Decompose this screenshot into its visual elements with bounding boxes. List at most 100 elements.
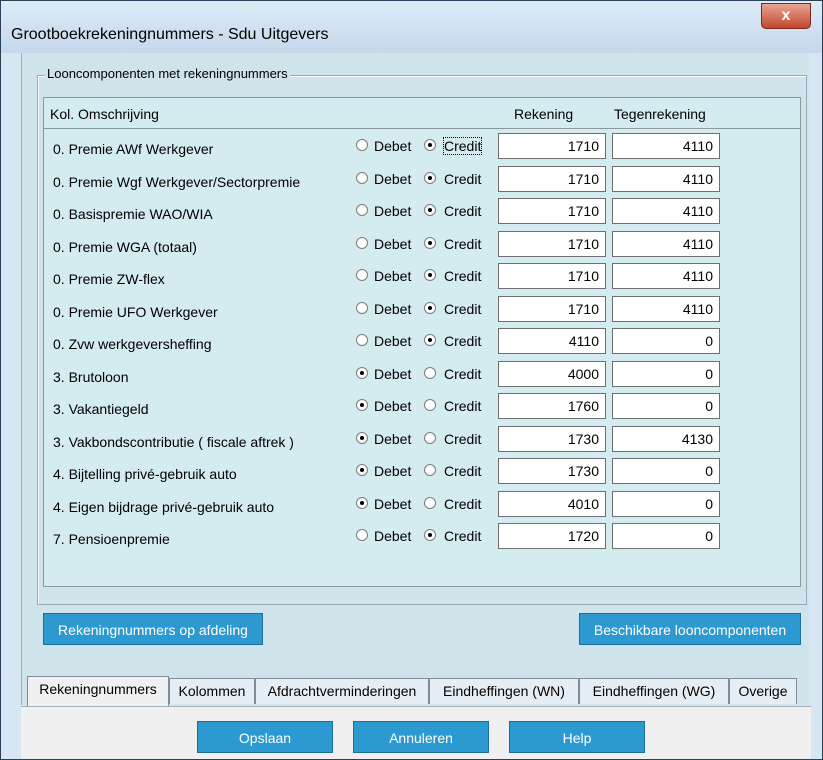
rekening-field[interactable]: 1710 [498, 133, 606, 159]
debet-radio[interactable] [356, 432, 368, 444]
tegenrekening-field[interactable]: 4110 [612, 133, 720, 159]
credit-radio[interactable] [424, 497, 436, 509]
list-item: 0. Basispremie WAO/WIA Debet Credit 1710… [44, 195, 800, 227]
list-item: 0. Premie AWf Werkgever Debet Credit 171… [44, 130, 800, 162]
credit-radio[interactable] [424, 399, 436, 411]
tab-afdrachtverminderingen[interactable]: Afdrachtverminderingen [255, 678, 429, 704]
tegenrekening-field[interactable]: 0 [612, 328, 720, 354]
list-item: 0. Premie WGA (totaal) Debet Credit 1710… [44, 228, 800, 260]
rekening-field[interactable]: 1710 [498, 263, 606, 289]
beschikbare-looncomponenten-button[interactable]: Beschikbare looncomponenten [579, 613, 801, 645]
close-button[interactable]: x [761, 3, 811, 29]
debet-label: Debet [374, 431, 412, 447]
tegenrekening-field[interactable]: 4110 [612, 263, 720, 289]
list-header: Kol. Omschrijving Rekening Tegenrekening [44, 98, 800, 129]
row-description: 7. Pensioenpremie [53, 531, 170, 547]
rekening-field[interactable]: 1730 [498, 458, 606, 484]
tegenrekening-field[interactable]: 0 [612, 393, 720, 419]
rekening-field[interactable]: 1710 [498, 198, 606, 224]
debet-label: Debet [374, 268, 412, 284]
debet-radio[interactable] [356, 497, 368, 509]
rekening-field[interactable]: 4110 [498, 328, 606, 354]
tegenrekening-field[interactable]: 4110 [612, 198, 720, 224]
credit-radio[interactable] [424, 302, 436, 314]
tegenrekening-field[interactable]: 4130 [612, 426, 720, 452]
credit-label: Credit [444, 366, 482, 382]
list-item: 0. Premie Wgf Werkgever/Sectorpremie Deb… [44, 163, 800, 195]
tegenrekening-field[interactable]: 4110 [612, 231, 720, 257]
tab-overige[interactable]: Overige [729, 678, 797, 704]
debet-label: Debet [374, 236, 412, 252]
debet-radio[interactable] [356, 334, 368, 346]
list-item: 0. Premie ZW-flex Debet Credit 1710 4110 [44, 260, 800, 292]
list-item: 4. Bijtelling privé-gebruik auto Debet C… [44, 455, 800, 487]
credit-radio[interactable] [424, 464, 436, 476]
debet-radio[interactable] [356, 399, 368, 411]
tab-eindheffingen-wn[interactable]: Eindheffingen (WN) [429, 678, 579, 704]
credit-radio[interactable] [424, 529, 436, 541]
debet-label: Debet [374, 171, 412, 187]
debet-radio[interactable] [356, 204, 368, 216]
tegenrekening-field[interactable]: 4110 [612, 296, 720, 322]
tegenrekening-field[interactable]: 4110 [612, 166, 720, 192]
credit-label: Credit [444, 398, 482, 414]
annuleren-button[interactable]: Annuleren [353, 721, 489, 753]
rekeningnummers-op-afdeling-button[interactable]: Rekeningnummers op afdeling [43, 613, 263, 645]
debet-radio[interactable] [356, 529, 368, 541]
credit-label: Credit [444, 431, 482, 447]
tegenrekening-field[interactable]: 0 [612, 361, 720, 387]
credit-radio[interactable] [424, 334, 436, 346]
credit-label: Credit [442, 137, 483, 155]
row-description: 3. Brutoloon [53, 369, 129, 385]
list-item: 3. Vakbondscontributie ( fiscale aftrek … [44, 423, 800, 455]
rekening-field[interactable]: 4010 [498, 491, 606, 517]
credit-radio[interactable] [424, 172, 436, 184]
rekening-field[interactable]: 1730 [498, 426, 606, 452]
credit-radio[interactable] [424, 139, 436, 151]
row-description: 4. Eigen bijdrage privé-gebruik auto [53, 499, 275, 515]
header-kol-omschrijving: Kol. Omschrijving [50, 106, 159, 122]
credit-radio[interactable] [424, 367, 436, 379]
list-item: 0. Premie UFO Werkgever Debet Credit 171… [44, 293, 800, 325]
tab-kolommen[interactable]: Kolommen [169, 678, 255, 704]
credit-radio[interactable] [424, 237, 436, 249]
debet-radio[interactable] [356, 237, 368, 249]
rekening-field[interactable]: 1710 [498, 296, 606, 322]
help-button[interactable]: Help [509, 721, 645, 753]
list-item: 7. Pensioenpremie Debet Credit 1720 0 [44, 520, 800, 552]
rekening-field[interactable]: 1710 [498, 166, 606, 192]
tab-eindheffingen-wg[interactable]: Eindheffingen (WG) [579, 678, 729, 704]
header-rekening: Rekening [514, 106, 574, 122]
debet-radio[interactable] [356, 172, 368, 184]
rekening-field[interactable]: 4000 [498, 361, 606, 387]
debet-radio[interactable] [356, 139, 368, 151]
tegenrekening-field[interactable]: 0 [612, 491, 720, 517]
row-description: 3. Vakantiegeld [53, 401, 149, 417]
debet-radio[interactable] [356, 367, 368, 379]
group-legend: Looncomponenten met rekeningnummers [45, 66, 290, 81]
debet-radio[interactable] [356, 464, 368, 476]
tegenrekening-field[interactable]: 0 [612, 458, 720, 484]
rekening-field[interactable]: 1710 [498, 231, 606, 257]
credit-radio[interactable] [424, 204, 436, 216]
tab-rekeningnummers[interactable]: Rekeningnummers [27, 676, 169, 706]
debet-radio[interactable] [356, 302, 368, 314]
row-description: 0. Premie UFO Werkgever [53, 304, 218, 320]
list-item: 0. Zvw werkgeversheffing Debet Credit 41… [44, 325, 800, 357]
credit-radio[interactable] [424, 432, 436, 444]
list-item: 3. Brutoloon Debet Credit 4000 0 [44, 358, 800, 390]
opslaan-button[interactable]: Opslaan [197, 721, 333, 753]
credit-label: Credit [444, 301, 482, 317]
credit-radio[interactable] [424, 269, 436, 281]
credit-label: Credit [444, 463, 482, 479]
credit-label: Credit [444, 333, 482, 349]
debet-label: Debet [374, 496, 412, 512]
credit-label: Credit [444, 236, 482, 252]
tegenrekening-field[interactable]: 0 [612, 523, 720, 549]
row-description: 0. Premie WGA (totaal) [53, 239, 197, 255]
debet-radio[interactable] [356, 269, 368, 281]
credit-label: Credit [444, 528, 482, 544]
rekening-field[interactable]: 1720 [498, 523, 606, 549]
rekening-field[interactable]: 1760 [498, 393, 606, 419]
list-item: 4. Eigen bijdrage privé-gebruik auto Deb… [44, 488, 800, 520]
